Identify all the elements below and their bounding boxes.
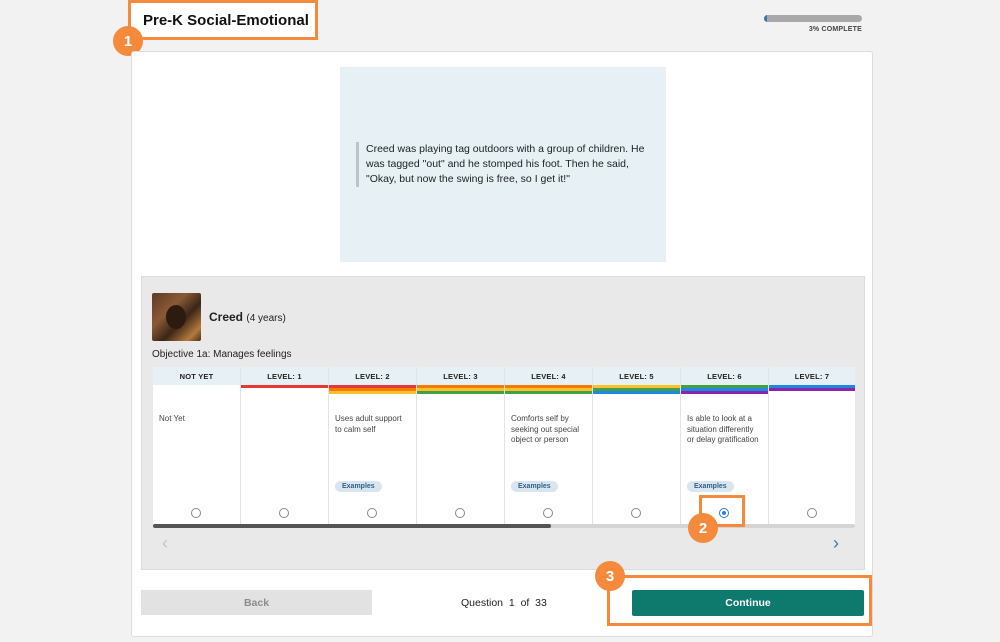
- chevron-right-icon[interactable]: ›: [833, 533, 839, 554]
- continue-button[interactable]: Continue: [632, 590, 864, 616]
- assessment-card: Creed was playing tag outdoors with a gr…: [131, 51, 873, 637]
- level-radio[interactable]: [455, 508, 465, 518]
- level-column[interactable]: LEVEL: 4 Comforts self by seeking out spe…: [505, 367, 593, 527]
- chevron-left-icon[interactable]: ‹: [162, 533, 168, 554]
- level-header: LEVEL: 1: [241, 367, 328, 385]
- progress-track: [764, 15, 862, 22]
- level-column[interactable]: LEVEL: 7: [769, 367, 855, 527]
- level-color-stripe: [417, 385, 504, 394]
- page-title-box: Pre-K Social-Emotional: [128, 0, 318, 40]
- level-radio[interactable]: [367, 508, 377, 518]
- level-color-stripe: [329, 385, 416, 394]
- back-button[interactable]: Back: [141, 590, 372, 615]
- level-column[interactable]: LEVEL: 1: [241, 367, 329, 527]
- question-total: 33: [535, 597, 547, 609]
- level-radio[interactable]: [191, 508, 201, 518]
- level-header: NOT YET: [153, 367, 240, 385]
- level-column[interactable]: LEVEL: 5: [593, 367, 681, 527]
- level-description: [769, 391, 855, 463]
- level-color-stripe: [681, 385, 768, 394]
- level-header: LEVEL: 7: [769, 367, 855, 385]
- rating-panel: Creed (4 years) Objective 1a: Manages fe…: [141, 276, 865, 570]
- level-description: [417, 394, 504, 466]
- scenario-panel: Creed was playing tag outdoors with a gr…: [340, 67, 666, 262]
- level-header: LEVEL: 4: [505, 367, 592, 385]
- level-radio[interactable]: [807, 508, 817, 518]
- level-column[interactable]: NOT YET Not Yet: [153, 367, 241, 527]
- level-scrollbar[interactable]: [153, 524, 855, 528]
- level-description: Is able to look at a situation different…: [687, 414, 759, 444]
- question-prefix: Question: [461, 597, 504, 609]
- level-color-stripe: [153, 385, 240, 394]
- examples-button[interactable]: Examples: [335, 481, 382, 492]
- examples-button[interactable]: Examples: [511, 481, 558, 492]
- examples-button[interactable]: Examples: [687, 481, 734, 492]
- level-description: Comforts self by seeking out special obj…: [511, 414, 580, 444]
- objective-label: Objective 1a: Manages feelings: [152, 349, 292, 360]
- page-title: Pre-K Social-Emotional: [143, 11, 309, 29]
- child-name: Creed: [209, 310, 244, 324]
- callout-badge-3: 3: [595, 561, 625, 591]
- level-header: LEVEL: 3: [417, 367, 504, 385]
- scenario-text: Creed was playing tag outdoors with a gr…: [356, 142, 650, 187]
- level-description: Uses adult support to calm self: [335, 414, 402, 434]
- callout-badge-2: 2: [688, 513, 718, 543]
- level-description: Not Yet: [159, 414, 185, 423]
- level-color-stripe: [593, 385, 680, 394]
- level-radio[interactable]: [543, 508, 553, 518]
- child-info: Creed (4 years): [152, 293, 286, 341]
- progress-fill: [764, 15, 767, 22]
- level-header: LEVEL: 2: [329, 367, 416, 385]
- level-scrollbar-thumb[interactable]: [153, 524, 551, 528]
- progress: 3% COMPLETE: [764, 15, 862, 33]
- level-column[interactable]: LEVEL: 3: [417, 367, 505, 527]
- level-column[interactable]: LEVEL: 2 Uses adult support to calm self E…: [329, 367, 417, 527]
- level-scale: NOT YET Not Yet LEVEL: 1 LEVEL: 2 Uses adult…: [153, 367, 855, 527]
- level-radio[interactable]: [631, 508, 641, 518]
- level-color-stripe: [505, 385, 592, 394]
- child-name-line: Creed (4 years): [209, 310, 286, 324]
- progress-label: 3% COMPLETE: [808, 26, 862, 33]
- child-age: (4 years): [246, 313, 286, 324]
- level-header: LEVEL: 6: [681, 367, 768, 385]
- level-description: [593, 394, 680, 466]
- level-radio[interactable]: [279, 508, 289, 518]
- question-of: of: [520, 597, 530, 609]
- question-counter: Question 1 of 33: [461, 597, 547, 609]
- child-avatar: [152, 293, 201, 341]
- level-header: LEVEL: 5: [593, 367, 680, 385]
- level-description: [241, 388, 328, 460]
- question-current: 1: [508, 597, 515, 609]
